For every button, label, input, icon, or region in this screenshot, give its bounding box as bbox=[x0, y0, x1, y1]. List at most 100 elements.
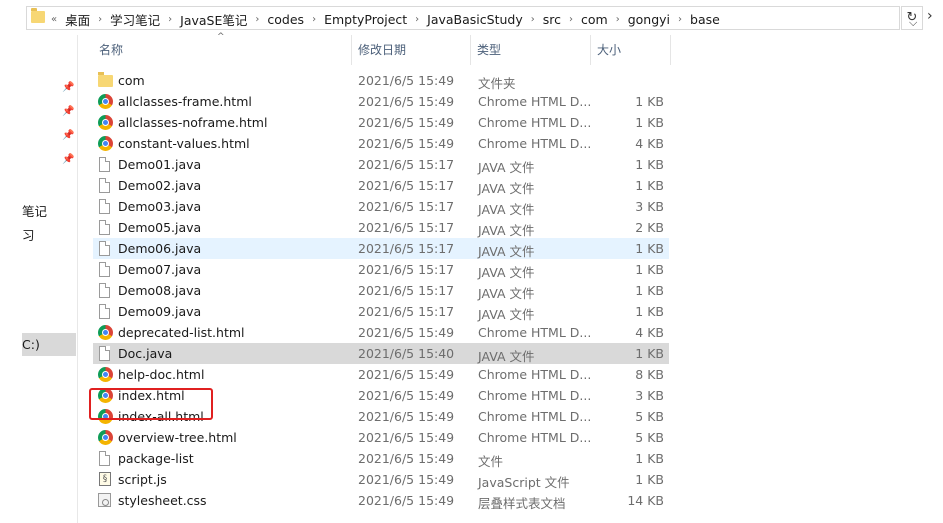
file-type: Chrome HTML D... bbox=[478, 409, 592, 424]
file-row[interactable]: constant-values.html 2021/6/5 15:49 Chrome… bbox=[93, 133, 669, 154]
file-icon bbox=[99, 304, 110, 319]
file-date: 2021/6/5 15:17 bbox=[358, 304, 455, 319]
column-header-type-label: 类型 bbox=[477, 43, 502, 57]
file-size: 1 KB bbox=[635, 472, 664, 487]
breadcrumb-chevron-icon[interactable]: › bbox=[569, 14, 573, 25]
breadcrumb-item[interactable]: com bbox=[581, 12, 608, 27]
nav-item-drive-c[interactable]: C:) bbox=[22, 333, 76, 356]
address-bar-area: « 桌面 › 学习笔记 › JavaSE笔记 › codes › EmptyProject › Ja… bbox=[0, 0, 943, 35]
file-name: allclasses-noframe.html bbox=[118, 115, 268, 130]
file-date: 2021/6/5 15:49 bbox=[358, 409, 455, 424]
file-row[interactable]: package-list 2021/6/5 15:49 文件 1 KB bbox=[93, 448, 669, 469]
breadcrumb-chevron-icon[interactable]: › bbox=[616, 14, 620, 25]
file-row[interactable]: stylesheet.css 2021/6/5 15:49 层叠样式表文档 14 KB bbox=[93, 490, 669, 511]
column-header-date[interactable]: 修改日期 bbox=[352, 35, 471, 65]
file-row[interactable]: overview-tree.html 2021/6/5 15:49 Chrome H… bbox=[93, 427, 669, 448]
breadcrumb-item[interactable]: 学习笔记 bbox=[110, 10, 160, 29]
file-name: package-list bbox=[118, 451, 194, 466]
file-row[interactable]: Demo01.java 2021/6/5 15:17 JAVA 文件 1 KB bbox=[93, 154, 669, 175]
breadcrumb-item[interactable]: src bbox=[543, 12, 561, 27]
file-row[interactable]: Demo05.java 2021/6/5 15:17 JAVA 文件 2 KB bbox=[93, 217, 669, 238]
file-row[interactable]: Demo03.java 2021/6/5 15:17 JAVA 文件 3 KB bbox=[93, 196, 669, 217]
folder-icon bbox=[98, 72, 113, 87]
file-date: 2021/6/5 15:17 bbox=[358, 157, 455, 172]
file-type: Chrome HTML D... bbox=[478, 388, 592, 403]
file-row[interactable]: Demo06.java 2021/6/5 15:17 JAVA 文件 1 KB bbox=[93, 238, 669, 259]
breadcrumb-chevron-icon[interactable]: › bbox=[255, 14, 259, 25]
file-type: Chrome HTML D... bbox=[478, 115, 592, 130]
pin-icon[interactable]: 📌 bbox=[62, 154, 74, 166]
file-type: JAVA 文件 bbox=[478, 265, 535, 280]
file-name: stylesheet.css bbox=[118, 493, 207, 508]
file-size: 5 KB bbox=[635, 430, 664, 445]
history-chevron-icon[interactable]: « bbox=[51, 14, 57, 25]
file-date: 2021/6/5 15:49 bbox=[358, 430, 455, 445]
file-date: 2021/6/5 15:49 bbox=[358, 493, 455, 508]
file-name: help-doc.html bbox=[118, 367, 205, 382]
breadcrumb-item[interactable]: EmptyProject bbox=[324, 12, 407, 27]
file-name: script.js bbox=[118, 472, 167, 487]
file-icon bbox=[99, 178, 110, 193]
nav-item-study[interactable]: 习 bbox=[22, 225, 35, 244]
file-size: 1 KB bbox=[635, 346, 664, 361]
file-row[interactable]: com 2021/6/5 15:49 文件夹 bbox=[93, 70, 669, 91]
file-name: constant-values.html bbox=[118, 136, 250, 151]
file-row[interactable]: help-doc.html 2021/6/5 15:49 Chrome HTML D… bbox=[93, 364, 669, 385]
breadcrumb-chevron-icon[interactable]: › bbox=[168, 14, 172, 25]
file-type: JAVA 文件 bbox=[478, 244, 535, 259]
nav-item-notes[interactable]: 笔记 bbox=[22, 201, 47, 220]
file-row[interactable]: allclasses-frame.html 2021/6/5 15:49 Chrom… bbox=[93, 91, 669, 112]
file-row[interactable]: § script.js 2021/6/5 15:49 JavaScript 文件 1 K… bbox=[93, 469, 669, 490]
file-type: JAVA 文件 bbox=[478, 160, 535, 175]
file-row[interactable]: allclasses-noframe.html 2021/6/5 15:49 Chr… bbox=[93, 112, 669, 133]
chrome-icon bbox=[98, 325, 113, 340]
file-size: 1 KB bbox=[635, 157, 664, 172]
column-header-date-label: 修改日期 bbox=[358, 43, 407, 57]
js-icon: § bbox=[99, 472, 111, 486]
column-header-name-label: 名称 bbox=[99, 43, 124, 57]
file-size: 4 KB bbox=[635, 325, 664, 340]
breadcrumb-chevron-icon[interactable]: › bbox=[415, 14, 419, 25]
breadcrumb-chevron-icon[interactable]: › bbox=[678, 14, 682, 25]
file-date: 2021/6/5 15:17 bbox=[358, 262, 455, 277]
file-icon bbox=[99, 451, 110, 466]
breadcrumb-item[interactable]: 桌面 bbox=[65, 10, 90, 29]
file-icon bbox=[99, 241, 110, 256]
breadcrumb-chevron-icon[interactable]: › bbox=[312, 14, 316, 25]
file-name: Demo08.java bbox=[118, 283, 202, 298]
refresh-icon: ↻ bbox=[906, 10, 918, 25]
file-type: JAVA 文件 bbox=[478, 307, 535, 322]
breadcrumb-item[interactable]: codes bbox=[267, 12, 304, 27]
breadcrumb-item[interactable]: JavaSE笔记 bbox=[180, 10, 247, 29]
breadcrumb-chevron-icon[interactable]: › bbox=[98, 14, 102, 25]
file-name: com bbox=[118, 73, 145, 88]
pin-icon[interactable]: 📌 bbox=[62, 106, 74, 118]
pin-icon[interactable]: 📌 bbox=[62, 82, 74, 94]
file-name: Demo02.java bbox=[118, 178, 202, 193]
file-row[interactable]: Demo08.java 2021/6/5 15:17 JAVA 文件 1 KB bbox=[93, 280, 669, 301]
file-icon bbox=[99, 220, 110, 235]
refresh-button[interactable]: ↻ bbox=[901, 6, 923, 30]
file-size: 1 KB bbox=[635, 451, 664, 466]
pin-icon[interactable]: 📌 bbox=[62, 130, 74, 142]
column-header-size[interactable]: 大小 bbox=[591, 35, 671, 65]
forward-icon[interactable]: › bbox=[927, 8, 933, 24]
breadcrumb-item[interactable]: base bbox=[690, 12, 720, 27]
breadcrumb-item[interactable]: gongyi bbox=[628, 12, 670, 27]
address-bar[interactable]: « 桌面 › 学习笔记 › JavaSE笔记 › codes › EmptyProject › Ja… bbox=[26, 6, 917, 30]
file-row[interactable]: Demo09.java 2021/6/5 15:17 JAVA 文件 1 KB bbox=[93, 301, 669, 322]
file-row[interactable]: Demo02.java 2021/6/5 15:17 JAVA 文件 1 KB bbox=[93, 175, 669, 196]
file-date: 2021/6/5 15:49 bbox=[358, 472, 455, 487]
file-date: 2021/6/5 15:17 bbox=[358, 241, 455, 256]
file-row[interactable]: Doc.java 2021/6/5 15:40 JAVA 文件 1 KB bbox=[93, 343, 669, 364]
file-row[interactable]: Demo07.java 2021/6/5 15:17 JAVA 文件 1 KB bbox=[93, 259, 669, 280]
file-type: 文件夹 bbox=[478, 76, 516, 91]
file-type: Chrome HTML D... bbox=[478, 136, 592, 151]
breadcrumb-chevron-icon[interactable]: › bbox=[531, 14, 535, 25]
file-date: 2021/6/5 15:17 bbox=[358, 283, 455, 298]
column-header-type[interactable]: 类型 bbox=[471, 35, 591, 65]
file-row[interactable]: deprecated-list.html 2021/6/5 15:49 Chrome… bbox=[93, 322, 669, 343]
breadcrumb: « 桌面 › 学习笔记 › JavaSE笔记 › codes › EmptyProject › Ja… bbox=[51, 10, 720, 29]
file-type: JAVA 文件 bbox=[478, 286, 535, 301]
breadcrumb-item[interactable]: JavaBasicStudy bbox=[427, 12, 523, 27]
